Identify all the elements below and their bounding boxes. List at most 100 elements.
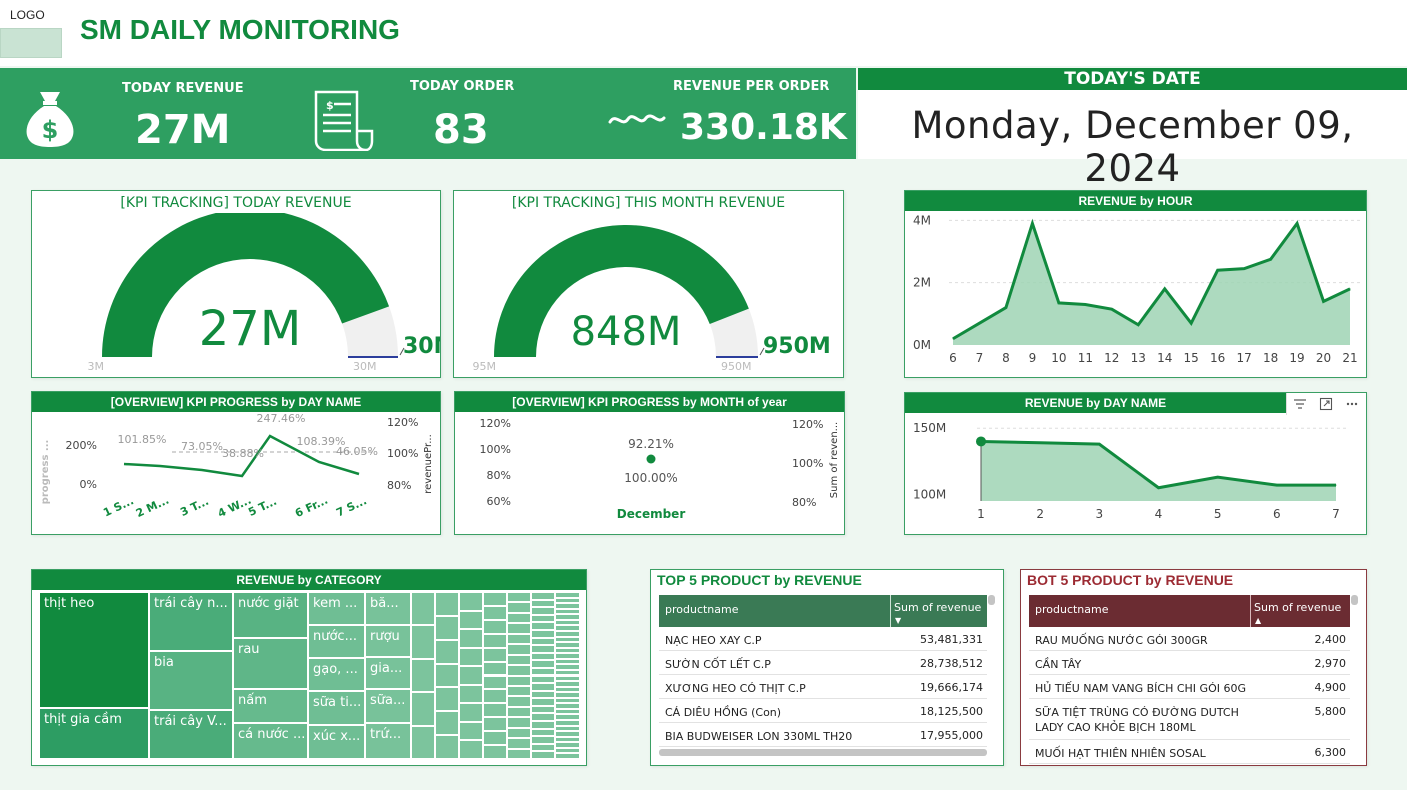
kpi-progress-day-card[interactable]: [OVERVIEW] KPI PROGRESS by DAY NAME prog… <box>31 391 441 535</box>
treemap-cell-small[interactable] <box>435 711 459 736</box>
treemap-cell-small[interactable] <box>531 721 555 729</box>
treemap-cell-small[interactable] <box>459 721 483 741</box>
treemap-cell[interactable]: thịt gia cầm <box>39 708 149 759</box>
treemap-cell-small[interactable] <box>483 661 507 676</box>
table-row[interactable]: CÁ DIÊU HỒNG (Con) 18,125,500 <box>659 699 987 723</box>
treemap-cell-small[interactable] <box>483 675 507 690</box>
treemap-cell-small[interactable] <box>531 629 555 638</box>
treemap-cell[interactable]: sữa... <box>365 689 411 723</box>
treemap-cell[interactable]: thịt heo <box>39 592 149 708</box>
treemap-cell-small[interactable] <box>459 629 483 648</box>
top5-products-card[interactable]: TOP 5 PRODUCT by REVENUE productname Sum… <box>650 569 1004 766</box>
treemap-cell-small[interactable] <box>483 605 507 620</box>
more-options-icon[interactable] <box>1345 397 1359 411</box>
treemap-cell-small[interactable] <box>507 665 531 676</box>
treemap-cell-small[interactable] <box>531 592 555 600</box>
treemap-cell-small[interactable] <box>435 663 459 688</box>
treemap-cell-small[interactable] <box>531 652 555 661</box>
treemap-cell-small[interactable] <box>459 703 483 722</box>
treemap-cell-small[interactable] <box>483 717 507 732</box>
treemap-cell-small[interactable] <box>459 610 483 630</box>
treemap-cell-small[interactable] <box>483 619 507 634</box>
treemap-cell-small[interactable] <box>531 705 555 714</box>
treemap-cell[interactable]: gạo, ... <box>308 658 365 691</box>
revenue-by-day-card[interactable]: REVENUE by DAY NAME 1 2 3 4 5 6 7 150M 100M <box>904 392 1367 535</box>
treemap-cell[interactable]: bia <box>149 651 233 710</box>
top5-vscrollbar[interactable] <box>988 595 995 605</box>
treemap-cell-small[interactable] <box>507 685 531 697</box>
treemap-cell[interactable]: xúc x... <box>308 725 365 759</box>
table-row[interactable]: MUỐI HẠT THIÊN NHIÊN SOSAL 6,300 <box>1029 740 1350 764</box>
treemap-cell-small[interactable] <box>507 738 531 749</box>
treemap-cell-small[interactable] <box>507 623 531 634</box>
treemap-cell-small[interactable] <box>531 728 555 737</box>
sort-desc-icon[interactable]: ▼ <box>895 616 901 625</box>
treemap-cell-small[interactable] <box>507 706 531 718</box>
focus-mode-icon[interactable] <box>1319 397 1333 411</box>
treemap-cell[interactable]: trái cây V... <box>149 710 233 759</box>
treemap-cell[interactable]: trái cây n... <box>149 592 233 651</box>
treemap-cell-small[interactable] <box>531 675 555 684</box>
treemap-cell-small[interactable] <box>411 625 435 659</box>
treemap-cell[interactable]: bă... <box>365 592 411 625</box>
treemap-cell-small[interactable] <box>483 731 507 746</box>
treemap-cell-small[interactable] <box>507 612 531 624</box>
sort-asc-icon[interactable]: ▲ <box>1255 616 1261 625</box>
revenue-by-category-card[interactable]: REVENUE by CATEGORY thịt heo thịt gia cầm… <box>31 569 587 766</box>
table-row[interactable]: NẠC HEO XAY C.P 53,481,331 <box>659 627 987 651</box>
top5-col-productname[interactable]: productname <box>665 603 739 616</box>
bot5-col-revenue[interactable]: Sum of revenue <box>1254 601 1341 614</box>
kpi-progress-month-card[interactable]: [OVERVIEW] KPI PROGRESS by MONTH of year… <box>454 391 845 535</box>
bot5-col-productname[interactable]: productname <box>1035 603 1109 616</box>
treemap-cell-small[interactable] <box>531 751 555 759</box>
treemap-cell-small[interactable] <box>507 727 531 739</box>
treemap-cell-small[interactable] <box>435 615 459 640</box>
treemap-cell-small[interactable] <box>531 690 555 699</box>
treemap-cell[interactable]: rượu <box>365 625 411 657</box>
treemap-cell-small[interactable] <box>507 644 531 655</box>
treemap-cell-small[interactable] <box>507 748 531 759</box>
treemap-cell-small[interactable] <box>507 592 531 603</box>
treemap-cell-small[interactable] <box>435 735 459 759</box>
treemap-cell-small[interactable] <box>483 592 507 606</box>
treemap-cell-small[interactable] <box>531 667 555 676</box>
treemap-cell-small[interactable] <box>531 614 555 623</box>
treemap-cell-small[interactable] <box>483 745 507 759</box>
treemap-cell-small[interactable] <box>459 666 483 685</box>
treemap-cell[interactable]: nấm <box>233 689 308 723</box>
treemap-cell[interactable]: cá nước ... <box>233 723 308 759</box>
treemap-cell-small[interactable] <box>531 698 555 706</box>
treemap-cell-small[interactable] <box>459 684 483 704</box>
treemap-cell[interactable]: nước giặt <box>233 592 308 638</box>
treemap-cell-small[interactable] <box>507 675 531 686</box>
treemap-cell-small[interactable] <box>507 602 531 613</box>
treemap-cell-small[interactable] <box>531 736 555 744</box>
treemap-cell-small[interactable] <box>483 633 507 648</box>
treemap-cell-small[interactable] <box>531 683 555 691</box>
table-row[interactable]: SƯỜN CỐT LẾT C.P 28,738,512 <box>659 651 987 675</box>
treemap-cell-small[interactable] <box>411 658 435 693</box>
bot5-vscrollbar[interactable] <box>1351 595 1358 605</box>
treemap-cell-small[interactable] <box>507 717 531 728</box>
treemap-cell-small[interactable] <box>411 725 435 759</box>
treemap-cell-small[interactable] <box>507 633 531 645</box>
treemap-cell-small[interactable] <box>531 637 555 646</box>
treemap-cell[interactable]: trứ... <box>365 723 411 759</box>
treemap-cell-small[interactable] <box>483 703 507 718</box>
treemap-cell-small[interactable] <box>459 647 483 667</box>
treemap-cell-small[interactable] <box>483 647 507 662</box>
treemap-cell-small[interactable] <box>435 687 459 712</box>
table-row[interactable]: RAU MUỐNG NƯỚC GÓI 300GR 2,400 <box>1029 627 1350 651</box>
treemap-cell-small[interactable] <box>459 592 483 611</box>
treemap-cell-small[interactable] <box>459 740 483 759</box>
treemap-cell-small[interactable] <box>555 753 580 759</box>
treemap-cell-small[interactable] <box>483 689 507 704</box>
treemap-cell-small[interactable] <box>531 599 555 608</box>
treemap-cell-small[interactable] <box>531 660 555 668</box>
filter-icon[interactable] <box>1293 397 1307 411</box>
treemap-cell-small[interactable] <box>531 713 555 722</box>
treemap-cell-small[interactable] <box>435 639 459 664</box>
bot5-products-card[interactable]: BOT 5 PRODUCT by REVENUE productname Sum… <box>1020 569 1367 766</box>
table-row[interactable]: SỮA TIỆT TRÙNG CÓ ĐƯỜNG DUTCH LADY CAO K… <box>1029 699 1350 740</box>
treemap-cell[interactable]: kem ... <box>308 592 365 625</box>
